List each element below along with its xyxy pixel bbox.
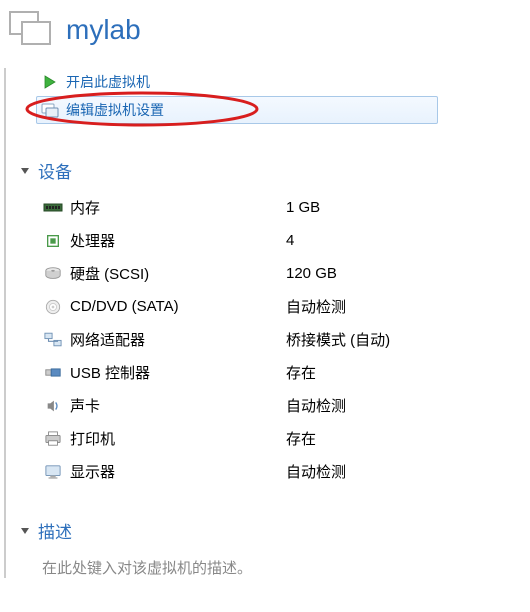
device-display[interactable]: 显示器 自动检测 — [42, 455, 530, 488]
device-usb[interactable]: USB 控制器 存在 — [42, 356, 530, 389]
edit-settings-icon — [40, 100, 60, 120]
device-value: 存在 — [286, 428, 316, 449]
device-name: 硬盘 (SCSI) — [70, 263, 286, 284]
vm-actions: 开启此虚拟机 编辑虚拟机设置 — [20, 68, 530, 144]
device-list: 内存 1 GB 处理器 4 — [20, 191, 530, 488]
device-name: 显示器 — [70, 461, 286, 482]
device-cddvd[interactable]: CD/DVD (SATA) 自动检测 — [42, 290, 530, 323]
device-value: 自动检测 — [286, 395, 346, 416]
device-name: 网络适配器 — [70, 329, 286, 350]
device-value: 自动检测 — [286, 461, 346, 482]
device-printer[interactable]: 打印机 存在 — [42, 422, 530, 455]
description-text[interactable]: 在此处键入对该虚拟机的描述。 — [20, 551, 530, 578]
printer-icon — [42, 429, 64, 449]
device-value: 桥接模式 (自动) — [286, 329, 390, 350]
device-name: CD/DVD (SATA) — [70, 298, 286, 315]
sound-icon — [42, 396, 64, 416]
collapse-arrow-icon — [20, 166, 34, 176]
vm-title: mylab — [66, 14, 141, 46]
device-name: USB 控制器 — [70, 362, 286, 383]
devices-header[interactable]: 设备 — [20, 158, 530, 183]
device-value: 120 GB — [286, 265, 337, 282]
play-icon — [40, 72, 60, 92]
description-section: 描述 在此处键入对该虚拟机的描述。 — [20, 518, 530, 578]
vm-header: mylab — [0, 0, 530, 68]
device-name: 打印机 — [70, 428, 286, 449]
device-sound[interactable]: 声卡 自动检测 — [42, 389, 530, 422]
hard-disk-icon — [42, 264, 64, 284]
edit-vm-settings-action[interactable]: 编辑虚拟机设置 — [36, 96, 438, 124]
device-cpu[interactable]: 处理器 4 — [42, 224, 530, 257]
devices-section: 设备 内存 1 GB — [20, 158, 530, 488]
device-name: 声卡 — [70, 395, 286, 416]
device-value: 存在 — [286, 362, 316, 383]
device-value: 自动检测 — [286, 296, 346, 317]
device-name: 处理器 — [70, 230, 286, 251]
description-label: 描述 — [38, 518, 72, 543]
disc-icon — [42, 297, 64, 317]
memory-icon — [42, 198, 64, 218]
power-on-label: 开启此虚拟机 — [66, 72, 150, 92]
description-header[interactable]: 描述 — [20, 518, 530, 543]
power-on-vm-action[interactable]: 开启此虚拟机 — [40, 68, 530, 96]
monitor-icon — [42, 462, 64, 482]
edit-settings-label: 编辑虚拟机设置 — [66, 100, 164, 120]
network-adapter-icon — [42, 330, 64, 350]
device-memory[interactable]: 内存 1 GB — [42, 191, 530, 224]
usb-icon — [42, 363, 64, 383]
device-name: 内存 — [70, 197, 286, 218]
device-disk[interactable]: 硬盘 (SCSI) 120 GB — [42, 257, 530, 290]
cpu-icon — [42, 231, 64, 251]
vm-group-icon — [8, 10, 56, 50]
device-value: 4 — [286, 232, 294, 249]
devices-label: 设备 — [38, 158, 72, 183]
device-network[interactable]: 网络适配器 桥接模式 (自动) — [42, 323, 530, 356]
collapse-arrow-icon — [20, 526, 34, 536]
device-value: 1 GB — [286, 199, 320, 216]
